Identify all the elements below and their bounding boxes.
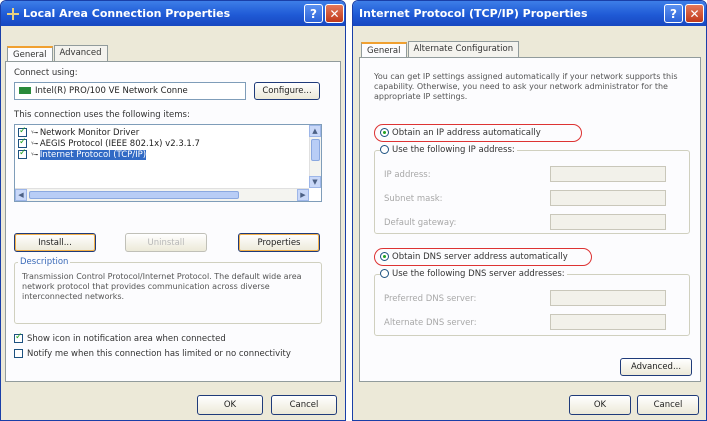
list-item[interactable]: ᵞ╼AEGIS Protocol (IEEE 802.1x) v2.3.1.7: [15, 137, 307, 150]
checkbox[interactable]: [18, 148, 27, 159]
cancel-button[interactable]: Cancel: [637, 395, 699, 415]
lan-properties-window: Local Area Connection Properties ? ✕ Gen…: [0, 0, 346, 421]
scroll-up-icon[interactable]: ▲: [309, 125, 321, 137]
tcpip-properties-window: Internet Protocol (TCP/IP) Properties ? …: [352, 0, 707, 421]
adapter-name: Intel(R) PRO/100 VE Network Conne: [35, 86, 188, 96]
configure-button[interactable]: Configure...: [254, 82, 320, 100]
components-list[interactable]: ᵞ╼Network Monitor Driver ᵞ╼AEGIS Protoco…: [14, 124, 322, 202]
notify-checkbox[interactable]: [14, 349, 23, 358]
scroll-thumb[interactable]: [311, 139, 320, 161]
ok-button[interactable]: OK: [569, 395, 631, 415]
lan-title-bar[interactable]: Local Area Connection Properties ? ✕: [1, 1, 345, 26]
network-component-icon: ᵞ╼: [31, 129, 38, 137]
tab-general[interactable]: General: [361, 42, 407, 58]
alternate-dns-field[interactable]: [550, 314, 666, 330]
alternate-dns-label: Alternate DNS server:: [384, 318, 477, 328]
checkbox[interactable]: [18, 137, 27, 148]
tab-general[interactable]: General: [7, 46, 53, 62]
tcpip-title-bar[interactable]: Internet Protocol (TCP/IP) Properties ? …: [353, 1, 706, 26]
items-label: This connection uses the following items…: [14, 110, 190, 120]
obtain-dns-option[interactable]: Obtain DNS server address automatically: [380, 252, 568, 262]
subnet-mask-field[interactable]: [550, 190, 666, 206]
help-button[interactable]: ?: [664, 4, 683, 23]
subnet-mask-label: Subnet mask:: [384, 194, 443, 204]
list-item[interactable]: ᵞ╼Internet Protocol (TCP/IP): [15, 148, 307, 161]
close-button[interactable]: ✕: [325, 4, 344, 23]
network-component-icon: ᵞ╼: [31, 140, 38, 148]
close-icon: ✕: [329, 6, 340, 21]
show-icon-checkbox[interactable]: [14, 332, 23, 343]
scroll-left-icon[interactable]: ◀: [15, 189, 27, 201]
tcpip-general-panel: You can get IP settings assigned automat…: [359, 57, 701, 382]
intro-text: You can get IP settings assigned automat…: [374, 72, 678, 101]
preferred-dns-field[interactable]: [550, 290, 666, 306]
lan-window-title: Local Area Connection Properties: [23, 7, 231, 20]
close-button[interactable]: ✕: [685, 4, 704, 23]
scroll-thumb-horizontal[interactable]: [29, 191, 239, 199]
obtain-ip-radio[interactable]: [380, 128, 389, 137]
help-icon: ?: [310, 6, 317, 21]
default-gateway-field[interactable]: [550, 214, 666, 230]
description-title: Description: [18, 257, 71, 267]
use-dns-radio[interactable]: [380, 269, 389, 278]
horizontal-scrollbar[interactable]: ◀ ▶: [15, 188, 309, 201]
scroll-down-icon[interactable]: ▼: [309, 176, 321, 188]
network-component-icon: ᵞ╼: [31, 151, 38, 159]
advanced-button[interactable]: Advanced...: [620, 358, 692, 376]
ok-button[interactable]: OK: [197, 395, 263, 415]
list-item[interactable]: ᵞ╼Network Monitor Driver: [15, 126, 307, 139]
install-button[interactable]: Install...: [14, 233, 96, 252]
tcpip-window-title: Internet Protocol (TCP/IP) Properties: [359, 7, 588, 20]
network-plug-icon: [7, 7, 19, 20]
description-text: Transmission Control Protocol/Internet P…: [22, 272, 302, 301]
scroll-right-icon[interactable]: ▶: [297, 189, 309, 201]
obtain-dns-radio[interactable]: [380, 252, 389, 261]
help-button[interactable]: ?: [304, 4, 323, 23]
close-icon: ✕: [689, 6, 700, 21]
cancel-button[interactable]: Cancel: [271, 395, 337, 415]
notify-option[interactable]: Notify me when this connection has limit…: [14, 349, 291, 359]
connect-using-label: Connect using:: [14, 68, 78, 78]
ip-address-field[interactable]: [550, 166, 666, 182]
help-icon: ?: [670, 6, 677, 21]
network-card-icon: [19, 87, 31, 94]
preferred-dns-label: Preferred DNS server:: [384, 294, 477, 304]
default-gateway-label: Default gateway:: [384, 218, 457, 228]
tab-alternate-configuration[interactable]: Alternate Configuration: [407, 41, 520, 57]
tab-advanced[interactable]: Advanced: [53, 45, 108, 61]
obtain-ip-option[interactable]: Obtain an IP address automatically: [380, 128, 541, 138]
checkbox[interactable]: [18, 126, 27, 137]
adapter-field: Intel(R) PRO/100 VE Network Conne: [14, 82, 246, 100]
properties-button[interactable]: Properties: [238, 233, 320, 252]
use-dns-option[interactable]: Use the following DNS server addresses:: [380, 269, 567, 279]
use-ip-option[interactable]: Use the following IP address:: [380, 145, 517, 155]
uninstall-button[interactable]: Uninstall: [125, 233, 207, 252]
lan-general-panel: Connect using: Intel(R) PRO/100 VE Netwo…: [5, 61, 341, 382]
ip-address-label: IP address:: [384, 170, 431, 180]
vertical-scrollbar[interactable]: ▲ ▼: [309, 125, 321, 188]
show-icon-option[interactable]: Show icon in notification area when conn…: [14, 332, 226, 344]
use-ip-radio[interactable]: [380, 145, 389, 154]
